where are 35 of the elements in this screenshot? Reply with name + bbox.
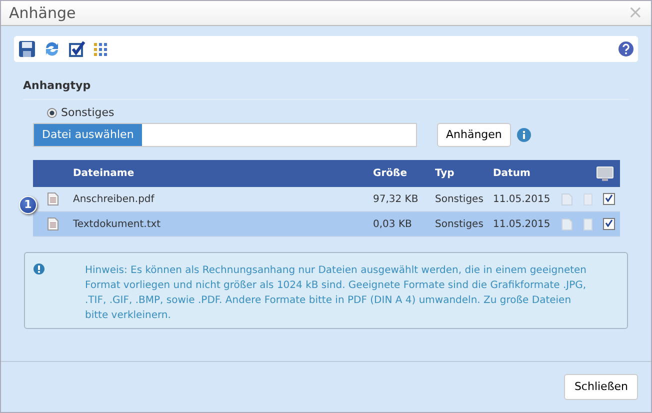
info-icon [516, 128, 531, 142]
file-name: Anschreiben.pdf [73, 194, 154, 204]
column-header: Typ [435, 168, 454, 179]
alert-icon [33, 263, 45, 275]
document-icon [46, 192, 60, 206]
help-icon[interactable] [618, 41, 634, 57]
file-date: 11.05.2015 [493, 194, 550, 204]
choose-file-button[interactable]: Datei auswählen [34, 124, 142, 146]
file-type: Sonstiges [435, 194, 484, 204]
file-size: 97,32 KB [373, 194, 418, 204]
column-header: Datum [493, 168, 530, 179]
monitor-icon[interactable] [596, 166, 614, 182]
document-icon [46, 217, 60, 231]
radio-label: Sonstiges [61, 104, 114, 120]
close-button[interactable]: Schließen [564, 374, 638, 400]
step-marker: 1 [19, 196, 37, 214]
save-icon[interactable] [18, 40, 36, 58]
refresh-icon[interactable] [43, 40, 61, 58]
attach-button[interactable]: Anhängen [437, 123, 511, 147]
grid-icon[interactable] [93, 42, 107, 56]
column-header: Größe [373, 168, 407, 179]
file-date: 11.05.2015 [493, 218, 550, 230]
column-header: Dateiname [73, 168, 134, 179]
file-field[interactable]: Datei auswählen [33, 123, 417, 147]
radio-button[interactable] [47, 108, 57, 118]
table-row[interactable]: Textdokument.txt 0,03 KB Sonstiges 11.05.2015 [33, 212, 620, 237]
file-type: Sonstiges [435, 218, 484, 230]
window-title: Anhänge [9, 2, 76, 24]
notice-text: Hinweis: Es können als Rechnungsanhang nur Dateien ausgewählt werden, die in einem geeigneten Format vorliegen und nicht größer als 1024 kB sind. Geeignete Formate sind die Grafikformate .JPG, .TIF, .GIF, .BMP, sowie .PDF. Andere Formate bitte in PDF (DIN A 4) umwandeln. Zu große Dateien bitte verkleinern. [85, 264, 588, 318]
file-size: 0,03 KB [373, 218, 412, 230]
row-checkbox[interactable] [602, 218, 614, 230]
file-name: Textdokument.txt [73, 218, 161, 230]
checkbox-icon[interactable] [68, 40, 86, 58]
section-title: Anhangtyp [23, 78, 629, 100]
row-checkbox[interactable] [602, 192, 614, 204]
